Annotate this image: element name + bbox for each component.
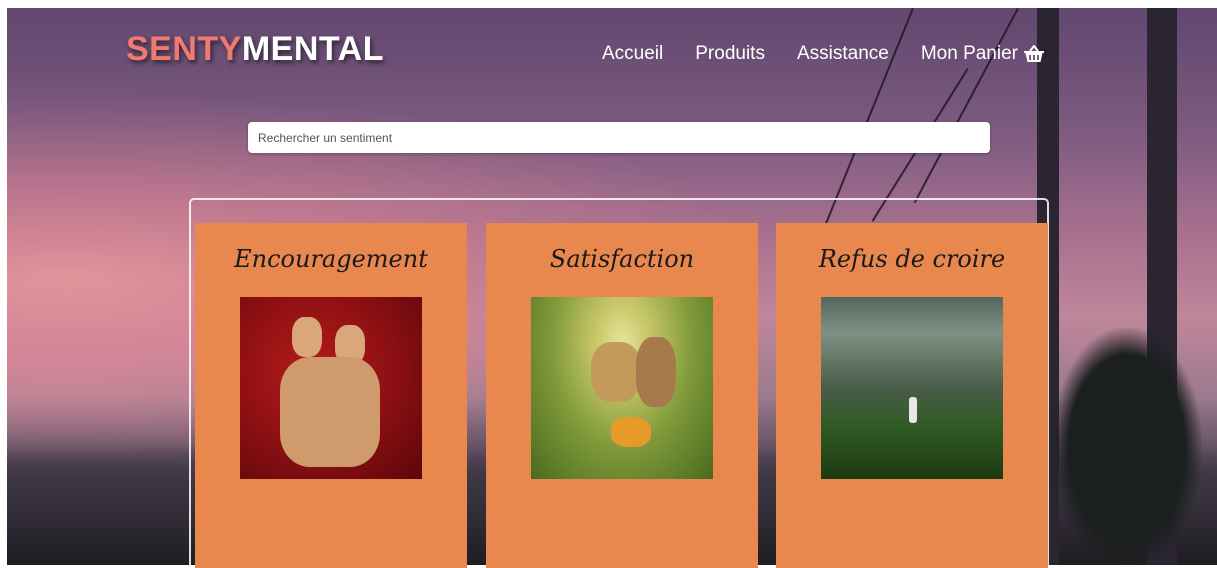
nav-mon-panier[interactable]: Mon Panier: [921, 43, 1045, 65]
figure-shape: [636, 337, 676, 407]
product-card-satisfaction[interactable]: Satisfaction: [486, 223, 758, 568]
nav-mon-panier-label: Mon Panier: [920, 43, 1018, 64]
product-title: Satisfaction: [549, 245, 695, 273]
product-card-encouragement[interactable]: Encouragement: [195, 223, 467, 568]
nav-assistance[interactable]: Assistance: [797, 43, 889, 65]
main-nav: Accueil Produits Assistance Mon Panier: [602, 43, 1045, 65]
girl-lying-in-grass-image[interactable]: [531, 297, 713, 479]
figure-shape: [280, 357, 380, 467]
figure-shape: [611, 417, 651, 447]
basket-icon: [1024, 45, 1044, 62]
search-input[interactable]: [248, 122, 990, 153]
tree-silhouette: [1052, 328, 1202, 565]
product-card-refus-de-croire[interactable]: Refus de croire: [776, 223, 1048, 568]
logo-part-2: MENTAL: [241, 30, 384, 68]
nav-accueil[interactable]: Accueil: [602, 43, 663, 65]
person-in-green-valley-image[interactable]: [821, 297, 1003, 479]
nav-produits[interactable]: Produits: [695, 43, 765, 65]
figure-shape: [909, 397, 917, 423]
product-title: Encouragement: [234, 245, 428, 273]
bridge-cable: [913, 8, 1019, 204]
figure-shape: [292, 317, 322, 357]
wooden-figures-hug-image[interactable]: [240, 297, 422, 479]
figure-shape: [591, 342, 641, 402]
product-title: Refus de croire: [818, 245, 1006, 273]
logo-part-1: SENTY: [126, 30, 242, 68]
site-logo[interactable]: SENTYMENTAL: [126, 30, 384, 69]
